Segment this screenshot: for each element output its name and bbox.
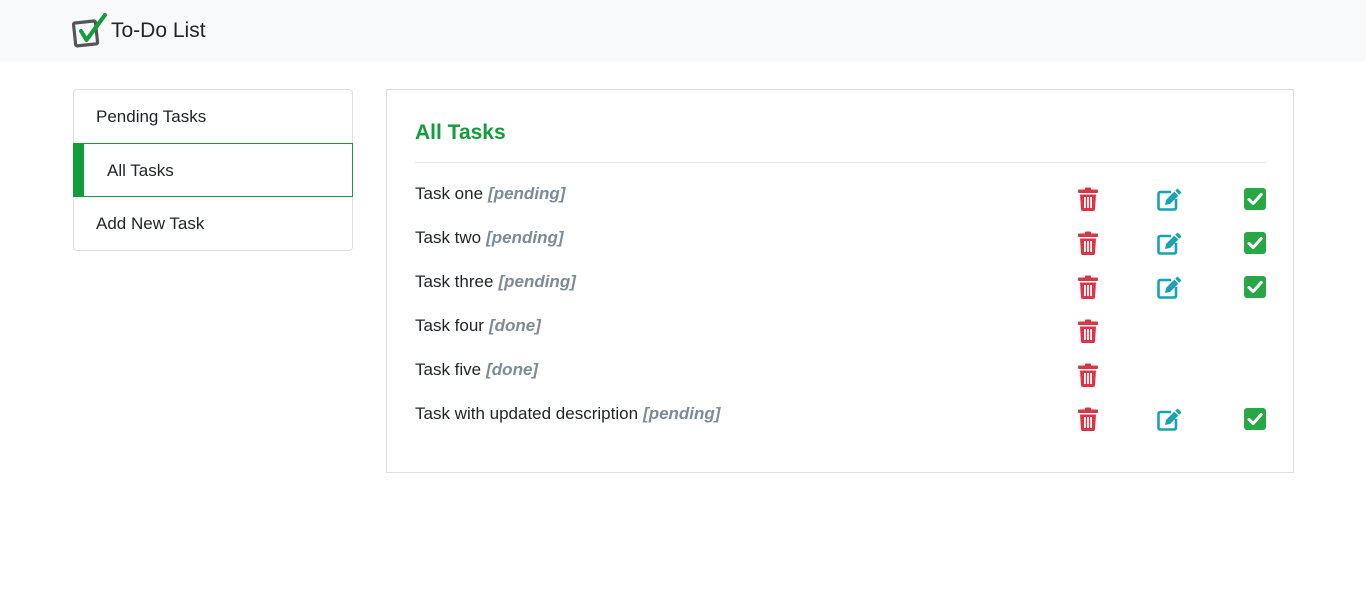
check-square-icon — [1244, 408, 1266, 430]
delete-button[interactable] — [1076, 406, 1100, 432]
task-label: Task with updated description [pending] — [415, 402, 720, 426]
task-name: Task five — [415, 360, 482, 379]
trash-icon — [1078, 231, 1098, 255]
tasks-panel: All Tasks Task one [pending] Task two [pend… — [386, 89, 1294, 473]
check-square-icon — [1244, 188, 1266, 210]
brand-title: To-Do List — [111, 19, 206, 42]
sidebar-item-add-new-task[interactable]: Add New Task — [74, 197, 352, 250]
navbar: To-Do List — [0, 0, 1366, 62]
edit-icon — [1157, 187, 1183, 211]
delete-button[interactable] — [1076, 274, 1100, 300]
complete-button[interactable] — [1243, 186, 1267, 212]
task-label: Task two [pending] — [415, 226, 564, 250]
task-status: [done] — [488, 316, 541, 335]
edit-button[interactable] — [1157, 230, 1183, 256]
title-divider — [415, 162, 1266, 163]
task-status: [pending] — [643, 404, 721, 423]
sidebar-item-pending-tasks[interactable]: Pending Tasks — [74, 90, 352, 144]
sidebar-item-all-tasks[interactable]: All Tasks — [73, 143, 353, 197]
trash-icon — [1078, 275, 1098, 299]
task-status: [pending] — [498, 272, 576, 291]
edit-icon — [1157, 275, 1183, 299]
edit-icon — [1157, 231, 1183, 255]
edit-icon — [1157, 407, 1183, 431]
task-name: Task two — [415, 228, 482, 247]
panel-title: All Tasks — [415, 121, 506, 144]
delete-button[interactable] — [1076, 318, 1100, 344]
task-row: Task four [done] — [415, 310, 1266, 354]
task-name: Task with updated description — [415, 404, 639, 423]
task-row: Task five [done] — [415, 354, 1266, 398]
checkbox-check-logo-icon — [72, 13, 107, 48]
trash-icon — [1078, 187, 1098, 211]
task-name: Task four — [415, 316, 484, 335]
delete-button[interactable] — [1076, 230, 1100, 256]
task-name: Task three — [415, 272, 494, 291]
complete-button[interactable] — [1243, 406, 1267, 432]
task-row: Task with updated description [pending] — [415, 398, 1266, 442]
task-row: Task one [pending] — [415, 178, 1266, 222]
trash-icon — [1078, 363, 1098, 387]
task-status: [pending] — [486, 228, 564, 247]
edit-button[interactable] — [1157, 406, 1183, 432]
task-status: [done] — [486, 360, 539, 379]
task-label: Task three [pending] — [415, 270, 576, 294]
task-label: Task one [pending] — [415, 182, 565, 206]
task-status: [pending] — [488, 184, 566, 203]
edit-button[interactable] — [1157, 186, 1183, 212]
task-label: Task four [done] — [415, 314, 541, 338]
task-name: Task one — [415, 184, 484, 203]
check-square-icon — [1244, 276, 1266, 298]
complete-button[interactable] — [1243, 274, 1267, 300]
trash-icon — [1078, 319, 1098, 343]
delete-button[interactable] — [1076, 186, 1100, 212]
edit-button[interactable] — [1157, 274, 1183, 300]
task-list: Task one [pending] Task two [pending] Task t… — [415, 178, 1266, 442]
brand-link[interactable]: To-Do List — [72, 13, 206, 49]
task-label: Task five [done] — [415, 358, 538, 382]
check-square-icon — [1244, 232, 1266, 254]
sidebar-menu: Pending Tasks All Tasks Add New Task — [73, 89, 353, 251]
task-row: Task three [pending] — [415, 266, 1266, 310]
trash-icon — [1078, 407, 1098, 431]
delete-button[interactable] — [1076, 362, 1100, 388]
complete-button[interactable] — [1243, 230, 1267, 256]
task-row: Task two [pending] — [415, 222, 1266, 266]
